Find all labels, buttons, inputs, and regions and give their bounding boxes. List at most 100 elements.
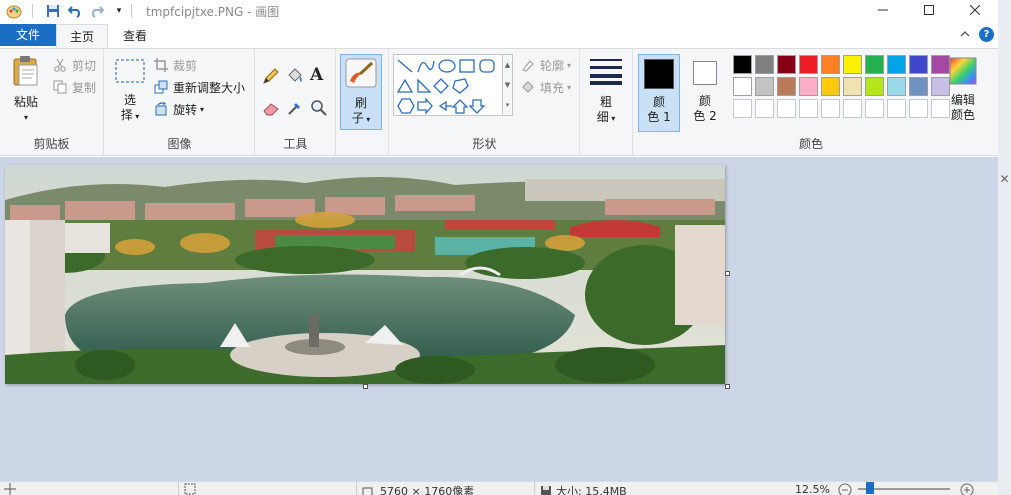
shapes-scroll-down-icon[interactable]: ▼ bbox=[503, 75, 512, 95]
fill-button[interactable]: 填充 ▾ bbox=[520, 77, 571, 97]
custom-color-slot[interactable] bbox=[865, 99, 884, 118]
paste-button[interactable]: 粘贴 ▾ bbox=[6, 55, 46, 125]
color1-label-1: 颜 bbox=[652, 95, 665, 109]
maximize-button[interactable] bbox=[906, 0, 952, 20]
tab-home[interactable]: 主页 bbox=[56, 24, 108, 49]
magnifier-icon[interactable] bbox=[310, 99, 328, 120]
palette-color-swatch[interactable] bbox=[777, 55, 796, 74]
resize-icon bbox=[153, 79, 169, 95]
resize-handle-right[interactable] bbox=[725, 271, 730, 276]
help-icon[interactable]: ? bbox=[979, 27, 994, 42]
custom-color-slot[interactable] bbox=[909, 99, 928, 118]
custom-color-slot[interactable] bbox=[733, 99, 752, 118]
cursor-position-icon bbox=[4, 483, 16, 495]
edit-colors-icon bbox=[949, 57, 977, 88]
zoom-slider-thumb[interactable] bbox=[866, 482, 874, 494]
fill-bucket-icon[interactable] bbox=[286, 67, 304, 88]
collapse-ribbon-icon[interactable] bbox=[960, 28, 970, 41]
palette-color-swatch[interactable] bbox=[755, 55, 774, 74]
palette-color-swatch[interactable] bbox=[865, 55, 884, 74]
shapes-scroll-up-icon[interactable]: ▲ bbox=[503, 55, 512, 75]
rotate-button[interactable]: 旋转 ▾ bbox=[153, 99, 204, 119]
text-tool-icon[interactable]: A bbox=[310, 65, 323, 85]
resize-button[interactable]: 重新调整大小 bbox=[153, 77, 245, 97]
pencil-icon[interactable] bbox=[262, 67, 280, 88]
rotate-dropdown-icon[interactable]: ▾ bbox=[200, 105, 204, 114]
zoom-in-button[interactable] bbox=[960, 483, 974, 495]
select-button[interactable]: 选 择 ▾ bbox=[113, 59, 147, 124]
eraser-icon[interactable] bbox=[262, 99, 280, 120]
select-label-1: 选 bbox=[123, 93, 136, 107]
resize-label: 重新调整大小 bbox=[173, 80, 246, 95]
tools-group: A 工具 bbox=[256, 49, 336, 155]
resize-handle-bottom[interactable] bbox=[363, 384, 368, 389]
palette-color-swatch[interactable] bbox=[821, 77, 840, 96]
outline-dropdown-icon[interactable]: ▾ bbox=[567, 61, 571, 70]
paint-app-icon[interactable] bbox=[6, 3, 22, 19]
select-rectangle-icon bbox=[115, 59, 145, 88]
palette-color-swatch[interactable] bbox=[733, 77, 752, 96]
zoom-out-button[interactable] bbox=[838, 483, 852, 495]
copy-button[interactable]: 复制 bbox=[52, 77, 96, 97]
close-icon[interactable]: ✕ bbox=[998, 172, 1011, 186]
fill-dropdown-icon[interactable]: ▾ bbox=[567, 83, 571, 92]
image-group: 选 择 ▾ 裁剪 重新调整大小 旋转 ▾ 图像 bbox=[105, 49, 255, 155]
palette-color-swatch[interactable] bbox=[799, 55, 818, 74]
title-separator bbox=[131, 4, 132, 18]
custom-color-slot[interactable] bbox=[777, 99, 796, 118]
select-dropdown-icon: ▾ bbox=[132, 112, 140, 121]
save-icon[interactable] bbox=[45, 3, 61, 19]
palette-color-swatch[interactable] bbox=[843, 77, 862, 96]
palette-color-swatch[interactable] bbox=[909, 55, 928, 74]
palette-color-swatch[interactable] bbox=[733, 55, 752, 74]
image-group-label: 图像 bbox=[167, 137, 192, 151]
custom-color-slot[interactable] bbox=[843, 99, 862, 118]
color1-button[interactable]: 颜 色 1 bbox=[638, 54, 680, 132]
palette-color-swatch[interactable] bbox=[821, 55, 840, 74]
size-dropdown-icon: ▾ bbox=[608, 114, 616, 123]
custom-color-slot[interactable] bbox=[887, 99, 906, 118]
status-separator bbox=[534, 482, 535, 495]
tab-view[interactable]: 查看 bbox=[112, 24, 158, 48]
crop-button[interactable]: 裁剪 bbox=[153, 55, 197, 75]
close-button[interactable] bbox=[952, 0, 998, 20]
customize-quick-access-icon[interactable]: ▾ bbox=[111, 3, 127, 19]
canvas-image[interactable] bbox=[5, 165, 725, 384]
resize-handle-corner[interactable] bbox=[725, 384, 730, 389]
palette-color-swatch[interactable] bbox=[777, 77, 796, 96]
edit-colors-button[interactable]: 编辑 颜色 bbox=[946, 57, 980, 123]
color-picker-icon[interactable] bbox=[286, 99, 304, 120]
outline-button[interactable]: 轮廓 ▾ bbox=[520, 55, 571, 75]
shapes-gallery-icons[interactable] bbox=[394, 55, 502, 115]
clipboard-group-label: 剪贴板 bbox=[33, 137, 70, 151]
redo-icon[interactable] bbox=[89, 3, 105, 19]
shapes-expand-icon[interactable]: ▾ bbox=[503, 95, 512, 115]
palette-color-swatch[interactable] bbox=[755, 77, 774, 96]
minimize-button[interactable] bbox=[860, 0, 906, 20]
custom-color-slot[interactable] bbox=[755, 99, 774, 118]
custom-color-slot[interactable] bbox=[799, 99, 818, 118]
shapes-gallery[interactable] bbox=[393, 54, 503, 116]
ribbon: 粘贴 ▾ 剪切 复制 剪贴板 选 择 ▾ 裁剪 重新调整大小 旋转 ▾ 图像 A… bbox=[0, 48, 998, 156]
paste-dropdown-icon[interactable]: ▾ bbox=[6, 110, 46, 125]
color2-label-2: 色 2 bbox=[693, 109, 717, 123]
undo-icon[interactable] bbox=[67, 3, 83, 19]
palette-color-swatch[interactable] bbox=[799, 77, 818, 96]
brushes-button[interactable]: 刷 子 ▾ bbox=[340, 54, 382, 130]
tab-file[interactable]: 文件 bbox=[0, 24, 56, 46]
canvas-area[interactable] bbox=[0, 157, 998, 481]
size-button[interactable]: 粗 细 ▾ bbox=[587, 57, 625, 126]
crop-icon bbox=[153, 57, 169, 73]
palette-color-swatch[interactable] bbox=[887, 77, 906, 96]
select-label-2: 择 ▾ bbox=[120, 108, 140, 122]
color2-button[interactable]: 颜 色 2 bbox=[684, 54, 726, 132]
palette-color-swatch[interactable] bbox=[843, 55, 862, 74]
colors-group-label: 颜色 bbox=[798, 137, 823, 151]
palette-color-swatch[interactable] bbox=[887, 55, 906, 74]
palette-color-swatch[interactable] bbox=[865, 77, 884, 96]
cut-button[interactable]: 剪切 bbox=[52, 55, 96, 75]
custom-color-slot[interactable] bbox=[821, 99, 840, 118]
palette-color-swatch[interactable] bbox=[909, 77, 928, 96]
shapes-scroll[interactable]: ▲ ▼ ▾ bbox=[503, 54, 513, 116]
shapes-group-label: 形状 bbox=[472, 137, 497, 151]
